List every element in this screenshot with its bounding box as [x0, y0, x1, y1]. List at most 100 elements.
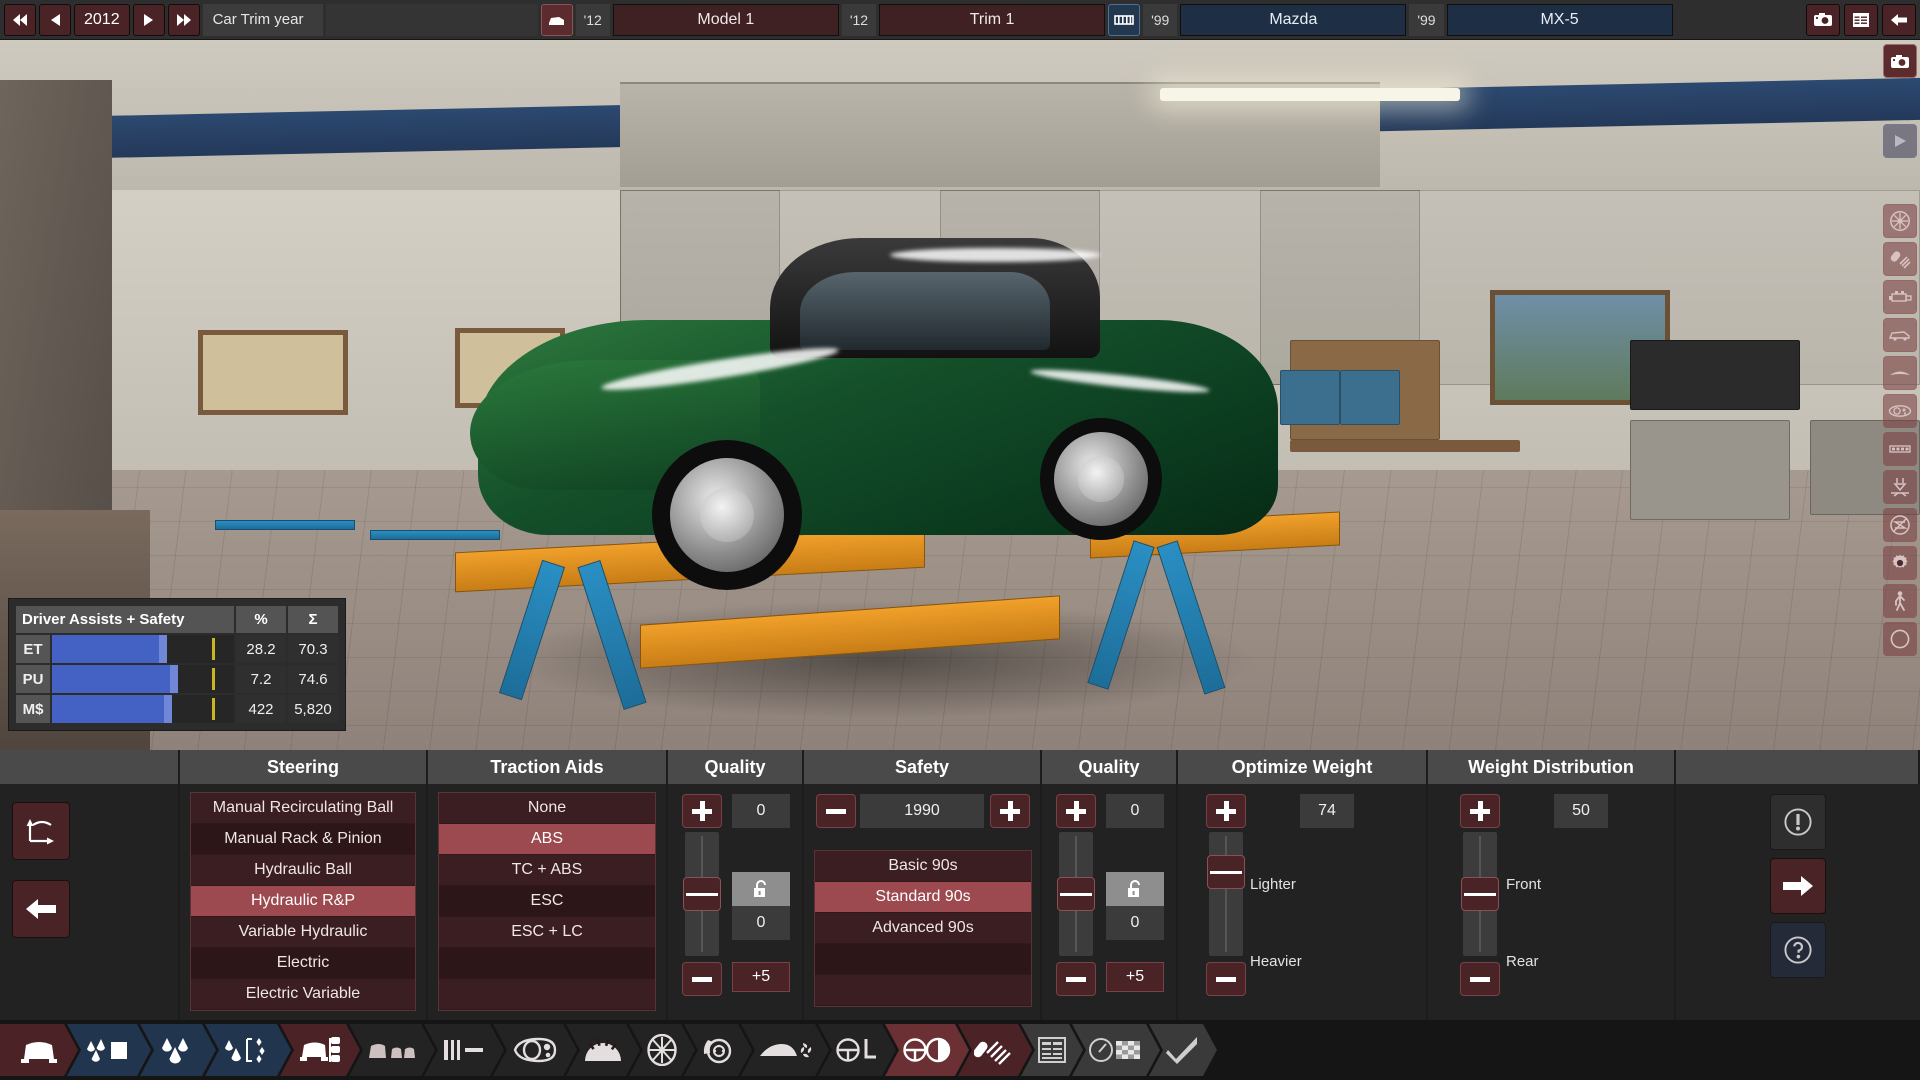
- optimize-weight-slider-track[interactable]: [1209, 832, 1243, 956]
- steering-option-list[interactable]: Manual Recirculating Ball Manual Rack & P…: [190, 792, 416, 1011]
- no-entry-icon[interactable]: [1883, 508, 1917, 542]
- header-right-tools: [1676, 750, 1920, 784]
- back-arrow-icon[interactable]: [1882, 3, 1916, 36]
- taskbar-item-suspension-icon[interactable]: [958, 1024, 1032, 1076]
- quality-right-bonus[interactable]: +5: [1106, 962, 1164, 992]
- header-safety: Safety: [804, 750, 1042, 784]
- help-icon[interactable]: [1770, 922, 1826, 978]
- gear-icon[interactable]: [1883, 546, 1917, 580]
- taskbar-item-fuel-book-icon[interactable]: [67, 1024, 151, 1076]
- quality-right-plus-button[interactable]: [1056, 794, 1096, 828]
- safety-year-minus-button[interactable]: [816, 794, 856, 828]
- suspension-icon[interactable]: [1883, 242, 1917, 276]
- unlocked-padlock-icon[interactable]: [1106, 872, 1164, 906]
- traction-option[interactable]: [439, 979, 655, 1010]
- model-name-field[interactable]: Model 1: [612, 3, 839, 36]
- quality-left-minus-button[interactable]: [682, 962, 722, 996]
- quality-left-bonus[interactable]: +5: [732, 962, 790, 992]
- crash-test-icon[interactable]: [1883, 470, 1917, 504]
- taskbar-item-fuel-quality-icon[interactable]: [205, 1024, 291, 1076]
- interior-icon[interactable]: [1883, 432, 1917, 466]
- stats-row-label: PU: [16, 665, 50, 693]
- taskbar-item-interior-equipment-icon[interactable]: [424, 1024, 504, 1076]
- steering-option[interactable]: Variable Hydraulic: [191, 917, 415, 948]
- pedestrian-icon[interactable]: [1883, 584, 1917, 618]
- weight-distribution-slider-knob[interactable]: [1461, 877, 1499, 911]
- traction-option-list[interactable]: None ABS TC + ABS ESC ESC + LC: [438, 792, 656, 1011]
- next-year-button[interactable]: [132, 3, 165, 36]
- steering-option[interactable]: Manual Recirculating Ball: [191, 793, 415, 824]
- model-icon[interactable]: [540, 3, 573, 36]
- taskbar-item-chassis-icon[interactable]: [280, 1024, 360, 1076]
- current-year-value[interactable]: 2012: [74, 3, 130, 36]
- 3d-viewport[interactable]: Driver Assists + Safety % Σ ET 28.2 70.3 PU…: [0, 40, 1920, 750]
- play-icon[interactable]: [1883, 124, 1917, 158]
- engine-icon[interactable]: [1883, 280, 1917, 314]
- taskbar-item-aerodynamics-icon[interactable]: [741, 1024, 829, 1076]
- stats-row-bar: [52, 695, 234, 723]
- header-quality-left: Quality: [668, 750, 804, 784]
- headlight-icon[interactable]: [1883, 394, 1917, 428]
- safety-option[interactable]: Standard 90s: [815, 882, 1031, 913]
- traction-option[interactable]: TC + ABS: [439, 855, 655, 886]
- taskbar-item-fuel-drops-icon[interactable]: [140, 1024, 216, 1076]
- warning-icon[interactable]: [1770, 794, 1826, 850]
- family-name-field[interactable]: MX-5: [1446, 3, 1673, 36]
- camera-icon[interactable]: [1883, 44, 1917, 78]
- taskbar-item-seats-icon[interactable]: [349, 1024, 435, 1076]
- last-year-button[interactable]: [167, 3, 200, 36]
- weight-distribution-value: 50: [1554, 794, 1608, 828]
- quality-right-minus-button[interactable]: [1056, 962, 1096, 996]
- steering-option[interactable]: Manual Rack & Pinion: [191, 824, 415, 855]
- safety-option[interactable]: Basic 90s: [815, 851, 1031, 882]
- back-arrow-icon[interactable]: [12, 880, 70, 938]
- traction-option[interactable]: None: [439, 793, 655, 824]
- circle-icon[interactable]: [1883, 622, 1917, 656]
- traction-option[interactable]: ESC: [439, 886, 655, 917]
- car-body-icon[interactable]: [1883, 318, 1917, 352]
- forward-arrow-icon[interactable]: [1770, 858, 1826, 914]
- safety-option[interactable]: [815, 975, 1031, 1006]
- brand-name-field[interactable]: Mazda: [1180, 3, 1407, 36]
- taskbar-item-test-track-icon[interactable]: [1072, 1024, 1160, 1076]
- wheel-icon[interactable]: [1883, 204, 1917, 238]
- trim-name-field[interactable]: Trim 1: [879, 3, 1106, 36]
- safety-option-list[interactable]: Basic 90s Standard 90s Advanced 90s: [814, 850, 1032, 1007]
- aero-icon[interactable]: [1883, 356, 1917, 390]
- steering-option[interactable]: Electric Variable: [191, 979, 415, 1010]
- optimize-weight-value: 74: [1300, 794, 1354, 828]
- first-year-button[interactable]: [4, 3, 36, 36]
- steering-option[interactable]: Electric: [191, 948, 415, 979]
- taskbar-item-steering-assist-icon[interactable]: [818, 1024, 896, 1076]
- optimize-weight-slider-knob[interactable]: [1207, 855, 1245, 890]
- optimize-weight-plus-button[interactable]: [1206, 794, 1246, 828]
- prev-year-button[interactable]: [39, 3, 71, 36]
- screenshot-icon[interactable]: [1806, 3, 1840, 36]
- traction-option[interactable]: ESC + LC: [439, 917, 655, 948]
- optimize-weight-minus-button[interactable]: [1206, 962, 1246, 996]
- quality-left-plus-button[interactable]: [682, 794, 722, 828]
- platform-icon[interactable]: [1108, 3, 1141, 36]
- steering-option[interactable]: Hydraulic R&P: [191, 886, 415, 917]
- traction-option[interactable]: ABS: [439, 824, 655, 855]
- traction-option[interactable]: [439, 948, 655, 979]
- stats-col-sum: Σ: [288, 606, 338, 633]
- unlocked-padlock-icon[interactable]: [732, 872, 790, 906]
- safety-option[interactable]: [815, 944, 1031, 975]
- quality-right-slider-knob[interactable]: [1057, 877, 1095, 911]
- safety-option[interactable]: Advanced 90s: [815, 913, 1031, 944]
- taskbar-item-car-overview-icon[interactable]: [0, 1024, 78, 1076]
- stats-table-icon[interactable]: [1844, 3, 1878, 36]
- steering-option[interactable]: Hydraulic Ball: [191, 855, 415, 886]
- taskbar-item-headlights-icon[interactable]: [493, 1024, 577, 1076]
- quality-left-slider-knob[interactable]: [683, 877, 721, 911]
- car-model[interactable]: [470, 210, 1290, 640]
- weight-distribution-plus-button[interactable]: [1460, 794, 1500, 828]
- safety-year-plus-button[interactable]: [990, 794, 1030, 828]
- weight-distribution-minus-button[interactable]: [1460, 962, 1500, 996]
- taskbar-item-driver-assists-icon[interactable]: [885, 1024, 969, 1076]
- stats-row-sum: 5,820: [288, 695, 338, 723]
- reset-rotation-icon[interactable]: [12, 802, 70, 860]
- taskbar-item-gearbox-icon[interactable]: [566, 1024, 640, 1076]
- quality-right-value-bottom: 0: [1106, 906, 1164, 940]
